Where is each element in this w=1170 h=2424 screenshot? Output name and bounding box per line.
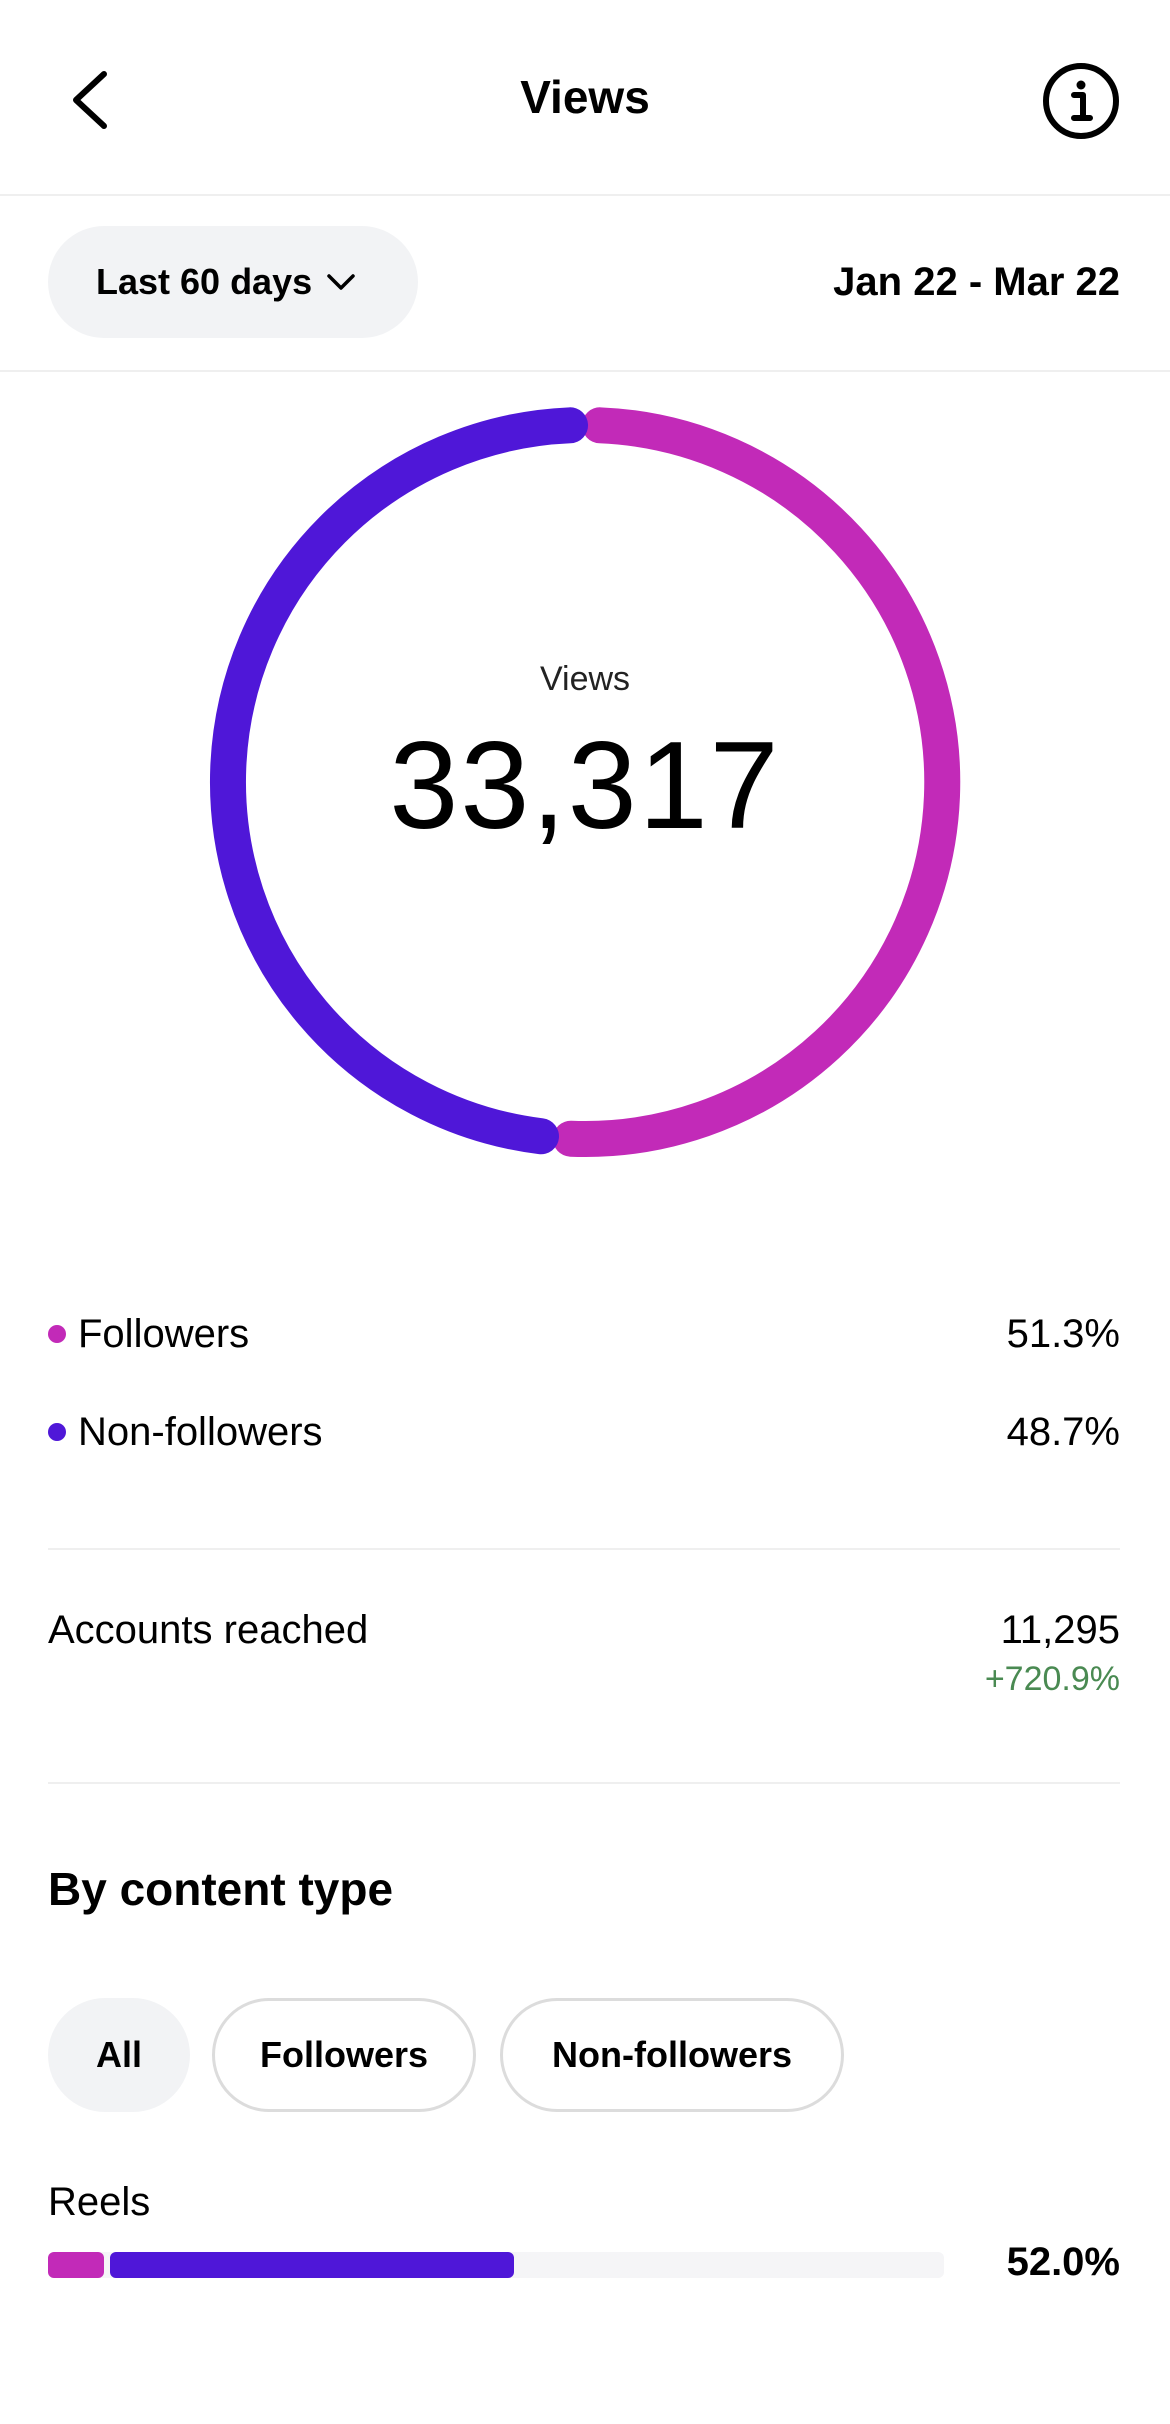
followers-legend-dot xyxy=(48,1325,66,1343)
top-nav-bar: Views xyxy=(0,0,1170,196)
filter-chip-non-followers[interactable]: Non-followers xyxy=(500,1998,844,2112)
content-row-label: Reels xyxy=(48,2180,151,2224)
legend-row-followers: Followers 51.3% xyxy=(48,1304,1120,1364)
info-circle-icon xyxy=(1043,63,1119,139)
accounts-reached-value: 11,295 xyxy=(1000,1608,1120,1652)
non-followers-bar-segment xyxy=(109,2252,514,2278)
date-range-text: Jan 22 - Mar 22 xyxy=(833,260,1120,304)
accounts-reached-label: Accounts reached xyxy=(48,1608,369,1652)
non-followers-legend-dot xyxy=(48,1423,66,1441)
page-title: Views xyxy=(520,71,650,123)
legend-row-non-followers: Non-followers 48.7% xyxy=(48,1402,1120,1462)
filter-chip-followers[interactable]: Followers xyxy=(212,1998,476,2112)
followers-bar-segment xyxy=(48,2252,104,2278)
views-insights-screen: Views Last 60 days Jan 22 - Mar 22 Views… xyxy=(0,0,1170,2424)
divider xyxy=(48,1548,1120,1550)
date-range-dropdown[interactable]: Last 60 days xyxy=(48,226,418,338)
content-row-value: 52.0% xyxy=(1006,2240,1120,2284)
content-bar-track xyxy=(48,2252,944,2278)
divider xyxy=(48,1782,1120,1784)
views-total-label: Views xyxy=(539,660,631,698)
legend-value: 51.3% xyxy=(1006,1311,1120,1356)
views-total-value: 33,317 xyxy=(389,717,781,855)
date-range-selected: Last 60 days xyxy=(96,261,313,302)
legend-label: Followers xyxy=(78,1311,250,1356)
legend-value: 48.7% xyxy=(1006,1409,1120,1454)
info-button[interactable] xyxy=(1040,60,1122,142)
date-range-row: Last 60 days Jan 22 - Mar 22 xyxy=(0,196,1170,372)
legend-label: Non-followers xyxy=(78,1409,323,1454)
accounts-reached-change: +720.9% xyxy=(984,1660,1120,1698)
filter-chip-all[interactable]: All xyxy=(48,1998,190,2112)
chevron-down-icon xyxy=(326,272,356,292)
content-type-heading: By content type xyxy=(48,1863,394,1915)
